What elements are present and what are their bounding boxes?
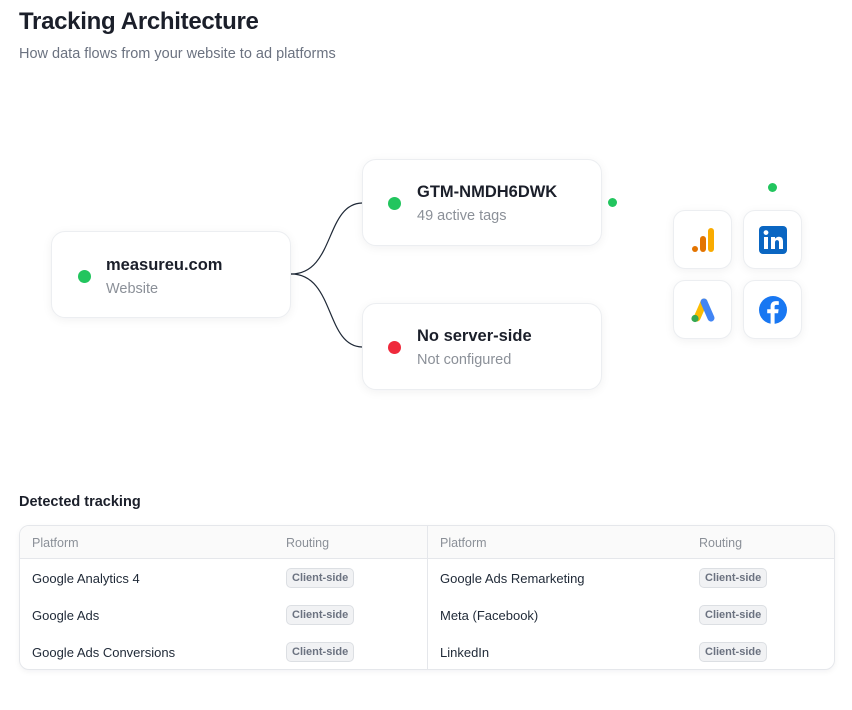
- table-row: Meta (Facebook) Client-side: [428, 596, 834, 633]
- routing-badge: Client-side: [286, 568, 355, 588]
- platform-google-analytics[interactable]: [673, 210, 732, 269]
- gtm-output-dot: [608, 198, 617, 207]
- gtm-node[interactable]: GTM-NMDH6DWK 49 active tags: [362, 159, 602, 246]
- platform-name: Google Ads: [32, 608, 100, 623]
- gtm-subtitle: 49 active tags: [417, 208, 507, 224]
- table-row: Google Ads Client-side: [20, 596, 427, 633]
- connector-website-gtm: [290, 202, 363, 275]
- linkedin-icon: [758, 225, 787, 254]
- detected-tracking-title: Detected tracking: [19, 494, 141, 510]
- table-header: Platform Routing: [428, 526, 834, 559]
- column-header-platform: Platform: [32, 536, 79, 550]
- facebook-icon: [758, 295, 787, 324]
- platform-google-ads[interactable]: [673, 280, 732, 339]
- platform-facebook[interactable]: [743, 280, 802, 339]
- routing-badge: Client-side: [699, 568, 768, 588]
- tracking-table-left: Platform Routing Google Analytics 4 Clie…: [20, 526, 427, 669]
- platform-name: Meta (Facebook): [440, 608, 539, 623]
- platform-name: Google Ads Conversions: [32, 645, 176, 660]
- platform-name: Google Analytics 4: [32, 571, 140, 586]
- column-header-routing: Routing: [286, 536, 330, 550]
- gtm-status-dot: [388, 197, 401, 210]
- gtm-title: GTM-NMDH6DWK: [417, 183, 558, 201]
- tracking-table-right: Platform Routing Google Ads Remarketing …: [427, 526, 834, 669]
- platform-linkedin[interactable]: [743, 210, 802, 269]
- routing-badge: Client-side: [699, 642, 768, 662]
- column-header-platform: Platform: [440, 536, 487, 550]
- website-status-dot: [78, 270, 91, 283]
- google-ads-icon: [690, 298, 714, 322]
- page-subtitle: How data flows from your website to ad p…: [19, 46, 336, 62]
- website-node[interactable]: measureu.com Website: [51, 231, 291, 318]
- server-status-dot: [388, 341, 401, 354]
- routing-badge: Client-side: [286, 642, 355, 662]
- table-header: Platform Routing: [20, 526, 427, 559]
- routing-badge: Client-side: [286, 605, 355, 625]
- platform-name: LinkedIn: [440, 645, 490, 660]
- table-row: Google Ads Conversions Client-side: [20, 633, 427, 669]
- server-side-node[interactable]: No server-side Not configured: [362, 303, 602, 390]
- platform-name: Google Ads Remarketing: [440, 571, 585, 586]
- google-analytics-icon: [691, 227, 714, 252]
- architecture-diagram: measureu.com Website GTM-NMDH6DWK 49 act…: [0, 140, 852, 410]
- detected-tracking-table: Platform Routing Google Analytics 4 Clie…: [19, 525, 835, 670]
- server-title: No server-side: [417, 327, 532, 345]
- routing-badge: Client-side: [699, 605, 768, 625]
- server-subtitle: Not configured: [417, 352, 512, 368]
- page-title: Tracking Architecture: [19, 8, 259, 35]
- connector-website-server: [290, 273, 363, 348]
- column-header-routing: Routing: [699, 536, 743, 550]
- platforms-input-dot: [768, 183, 777, 192]
- table-row: Google Analytics 4 Client-side: [20, 559, 427, 596]
- table-row: Google Ads Remarketing Client-side: [428, 559, 834, 596]
- website-title: measureu.com: [106, 256, 223, 274]
- website-subtitle: Website: [106, 281, 159, 297]
- table-row: LinkedIn Client-side: [428, 633, 834, 669]
